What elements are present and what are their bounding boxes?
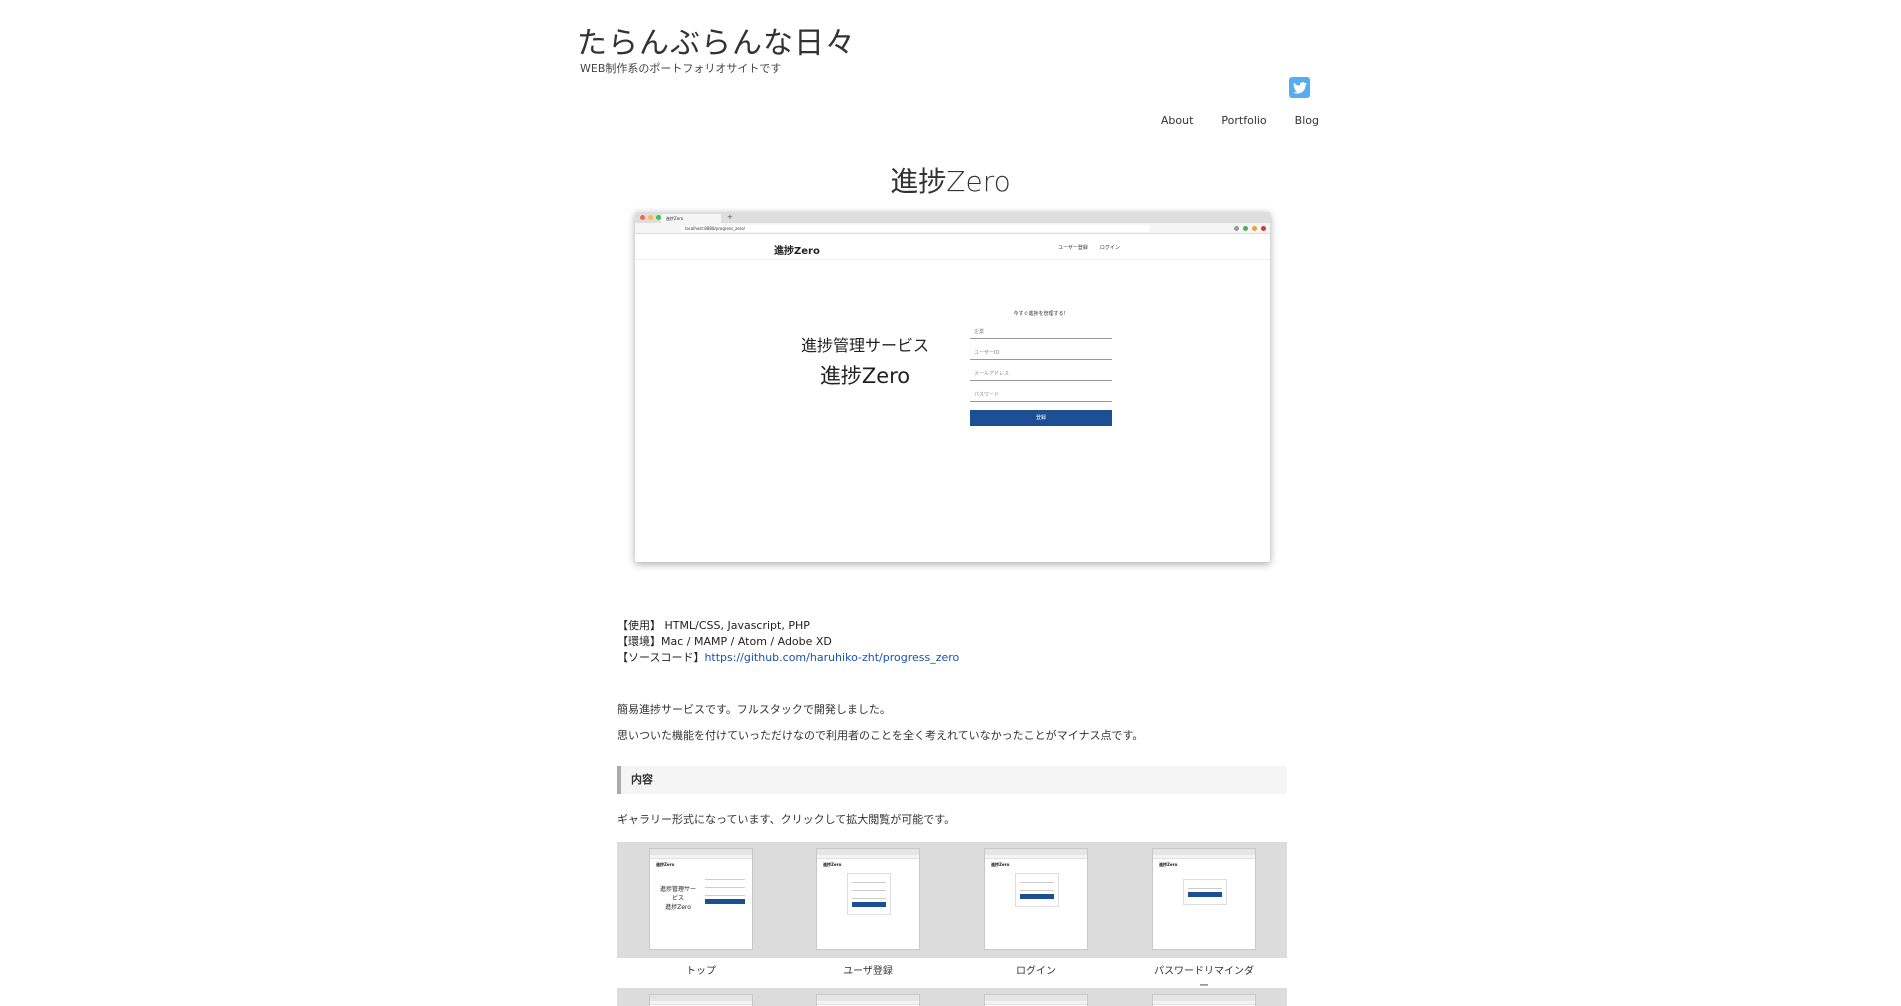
gallery-thumb-reminder[interactable]: 進捗Zero (1152, 848, 1256, 950)
hero-headline: 進捗Zero (819, 364, 911, 388)
gallery-label-register: ユーザ登録 (843, 966, 893, 977)
app-nav-login: ログイン (1099, 245, 1120, 251)
gallery-label-top: トップ (686, 966, 716, 977)
gallery-thumb-login[interactable]: 進捗Zero (984, 848, 1088, 950)
user-id-field: ユーザーID (970, 347, 1112, 360)
app-nav-register: ユーザー登録 (1058, 245, 1088, 251)
meta-used-value: HTML/CSS, Javascript, PHP (664, 619, 810, 632)
main-nav: About Portfolio Blog (0, 114, 1319, 127)
description-line-1: 簡易進捗サービスです。フルスタックで開発しました。 (617, 703, 891, 716)
meta-used: 【使用】 HTML/CSS, Javascript, PHP (617, 618, 1287, 634)
twitter-icon (1292, 81, 1307, 94)
meta-source: 【ソースコード】https://github.com/haruhiko-zht/… (617, 650, 1287, 666)
nav-item-blog[interactable]: Blog (1295, 114, 1319, 127)
gallery-row (617, 988, 1287, 1006)
app-header: 進捗Zero ユーザー登録 ログイン (635, 234, 1270, 260)
meta-env-label: 【環境】 (617, 635, 661, 648)
gallery-thumb-register[interactable]: 進捗Zero (816, 848, 920, 950)
description-line-2: 思いついた機能を付けていっただけなので利用者のことを全く考えれていなかったことが… (617, 729, 1144, 742)
gallery-label-login: ログイン (1016, 966, 1056, 977)
meta-source-label: 【ソースコード】 (617, 651, 705, 664)
gallery-row: 進捗Zero 進捗管理サービス 進捗Zero 進捗Zero 進捗Zero 進捗Ze… (617, 842, 1287, 958)
meta-env-value: Mac / MAMP / Atom / Adobe XD (661, 635, 832, 648)
window-controls (640, 215, 661, 220)
project-meta: 【使用】 HTML/CSS, Javascript, PHP 【環境】Mac /… (617, 618, 1287, 666)
app-nav: ユーザー登録 ログイン (1058, 244, 1120, 251)
gallery-thumb[interactable] (1152, 994, 1256, 1006)
company-field: 企業 (970, 326, 1112, 339)
source-code-link[interactable]: https://github.com/haruhiko-zht/progress… (704, 651, 959, 664)
new-tab-icon: + (727, 213, 733, 221)
browser-url: localhost:8888/progress_zero/ (680, 225, 1150, 232)
nav-item-portfolio[interactable]: Portfolio (1221, 114, 1266, 127)
site-title[interactable]: たらんぶらんな日々 (577, 18, 856, 62)
gallery-thumb[interactable] (816, 994, 920, 1006)
form-title: 今すぐ進捗を管理する！ (1013, 311, 1069, 317)
browser-extensions (1234, 226, 1266, 231)
app-logo: 進捗Zero (774, 246, 820, 257)
gallery-note: ギャラリー形式になっています、クリックして拡大閲覧が可能です。 (617, 813, 956, 826)
browser-tab-bar: 進捗Zero + (635, 212, 1270, 223)
password-field: パスワード (970, 389, 1112, 402)
section-heading: 内容 (617, 766, 1287, 794)
twitter-link[interactable] (1289, 77, 1310, 98)
register-button: 登録 (970, 410, 1112, 426)
gallery-thumb[interactable] (649, 994, 753, 1006)
site-description: WEB制作系のポートフォリオサイトです (580, 62, 782, 75)
meta-env: 【環境】Mac / MAMP / Atom / Adobe XD (617, 634, 1287, 650)
hero-subtitle: 進捗管理サービス (800, 336, 929, 355)
browser-tab: 進捗Zero (661, 214, 721, 223)
browser-url-bar: localhost:8888/progress_zero/ (635, 223, 1270, 234)
signup-form: 今すぐ進捗を管理する！ 企業 ユーザーID メールアドレス パスワード 登録 (970, 310, 1112, 426)
page-title: 進捗Zero (890, 165, 1011, 198)
gallery-thumb[interactable] (984, 994, 1088, 1006)
nav-item-about[interactable]: About (1161, 114, 1194, 127)
hero-screenshot[interactable]: 進捗Zero + localhost:8888/progress_zero/ 進… (635, 212, 1270, 562)
email-field: メールアドレス (970, 368, 1112, 381)
gallery-thumb-top[interactable]: 進捗Zero 進捗管理サービス 進捗Zero (649, 848, 753, 950)
meta-used-label: 【使用】 (617, 619, 661, 632)
